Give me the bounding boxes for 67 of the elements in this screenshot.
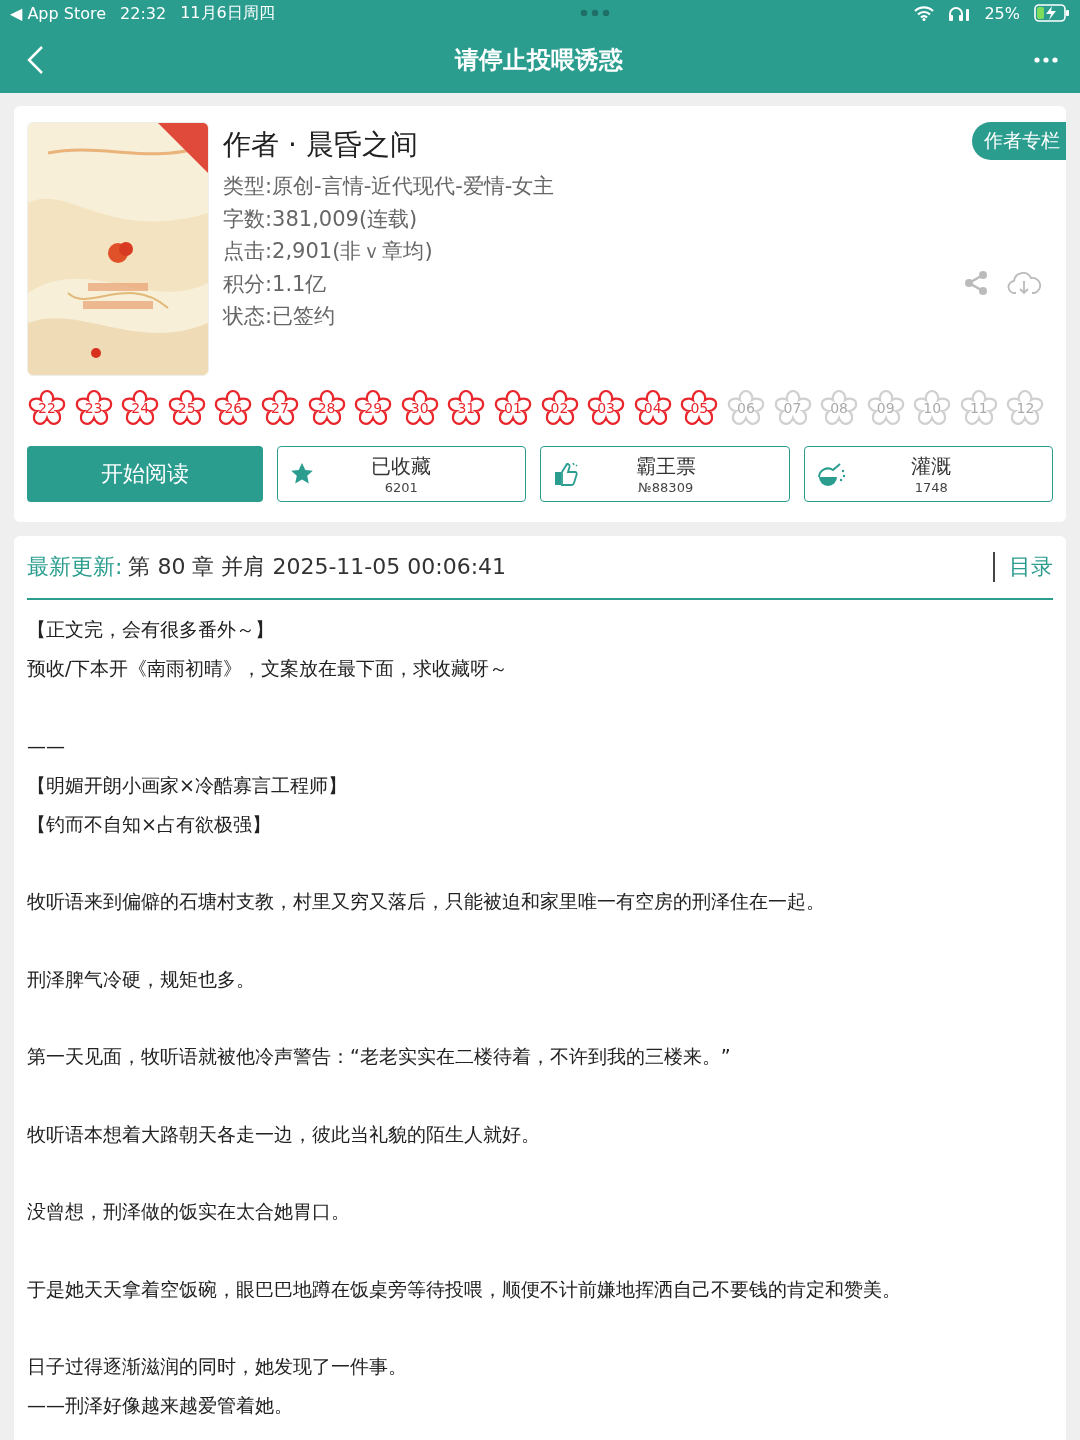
latest-chapter-link[interactable]: 第 80 章 并肩 2025-11-05 00:06:41	[128, 552, 507, 582]
synopsis-line: 牧听语本想着大路朝天各走一边，彼此当礼貌的陌生人就好。	[27, 1121, 541, 1147]
date-flower: 25	[166, 388, 207, 428]
date-flower: 08	[819, 388, 860, 428]
date-flower: 03	[586, 388, 627, 428]
synopsis-line: 【明媚开朗小画家×冷酷寡言工程师】	[27, 772, 348, 798]
action-count: 1748	[914, 480, 948, 495]
date-flower: 09	[865, 388, 906, 428]
action-label: 已收藏	[371, 453, 432, 480]
date-flower: 26	[213, 388, 254, 428]
book-info-line: 积分:1.1亿	[223, 270, 328, 298]
action-count: №88309	[638, 480, 694, 495]
date-flower: 23	[73, 388, 114, 428]
date-flower: 11	[958, 388, 999, 428]
date-flower: 12	[1005, 388, 1046, 428]
star-icon	[289, 462, 314, 486]
date-flower: 05	[679, 388, 720, 428]
action-button[interactable]: 灌溉 1748	[803, 446, 1053, 502]
date-flower: 10	[912, 388, 953, 428]
cloud-download-icon[interactable]	[1007, 270, 1041, 296]
synopsis-line: ——	[27, 733, 66, 759]
date-flower: 24	[120, 388, 161, 428]
date-flower: 28	[306, 388, 347, 428]
synopsis-line: 第一天见面，牧听语就被他冷声警告：“老老实实在二楼待着，不许到我的三楼来。”	[27, 1044, 732, 1069]
synopsis-line: ——刑泽好像越来越爱管着她。	[27, 1393, 294, 1418]
action-label: 霸王票	[635, 453, 696, 480]
share-icon[interactable]	[963, 270, 989, 296]
date-flower: 29	[353, 388, 394, 428]
date-flower: 27	[259, 388, 300, 428]
synopsis-line: 日子过得逐渐滋润的同时，她发现了一件事。	[27, 1354, 408, 1379]
date-flower: 01	[492, 388, 533, 428]
date-flower: 07	[772, 388, 813, 428]
date-flower: 22	[27, 388, 67, 428]
headphones-icon	[948, 5, 971, 21]
date-flower: 04	[632, 388, 673, 428]
battery-percent: 25%	[984, 3, 1020, 23]
synopsis-line: 刑泽脾气冷硬，规矩也多。	[27, 966, 256, 992]
author-name: 作者 · 晨昏之间	[223, 127, 419, 163]
synopsis-line: 于是她天天拿着空饭碗，眼巴巴地蹲在饭桌旁等待投喂，顺便不计前嫌地挥洒自己不要钱的肯定和赞美。	[27, 1276, 902, 1302]
synopsis-line: 【正文完，会有很多番外～】	[27, 617, 275, 642]
date-flower: 06	[725, 388, 766, 428]
synopsis-line: 没曾想，刑泽做的饭实在太合她胃口。	[27, 1199, 351, 1224]
back-icon[interactable]	[26, 44, 44, 75]
date-flower: 30	[399, 388, 440, 428]
book-info-line: 字数:381,009(连载)	[223, 205, 419, 233]
book-info-line: 状态:已签约	[223, 303, 337, 330]
latest-update-label: 最新更新:	[27, 553, 123, 581]
date-flower: 02	[539, 388, 580, 428]
nav-title: 请停止投喂诱惑	[455, 44, 623, 76]
synopsis-line: 【钓而不自知×占有欲极强】	[27, 811, 272, 837]
wifi-icon	[914, 5, 935, 21]
action-button[interactable]: 已收藏 6201	[276, 446, 526, 502]
watering-flask-icon	[816, 461, 847, 487]
action-count: 6201	[384, 480, 418, 495]
status-time: 22:32	[120, 3, 167, 23]
synopsis-line: 牧听语来到偏僻的石塘村支教，村里又穷又落后，只能被迫和家里唯一有空房的刑泽住在一起。	[27, 889, 826, 914]
synopsis-line: 预收/下本开《南雨初晴》，文案放在最下面，求收藏呀～	[27, 656, 510, 681]
action-label: 灌溉	[911, 453, 952, 480]
multitasking-dots-icon[interactable]	[579, 9, 610, 17]
status-date: 11月6日周四	[180, 2, 275, 24]
thumbs-up-icon	[553, 461, 579, 487]
action-button[interactable]: 霸王票 №88309	[540, 446, 790, 502]
date-flower: 31	[446, 388, 487, 428]
battery-charging-icon	[1034, 4, 1070, 22]
book-info-line: 类型:原创-言情-近代现代-爱情-女主	[223, 173, 556, 200]
more-icon[interactable]	[1034, 56, 1058, 63]
book-info-line: 点击:2,901(非ｖ章均)	[223, 238, 434, 265]
